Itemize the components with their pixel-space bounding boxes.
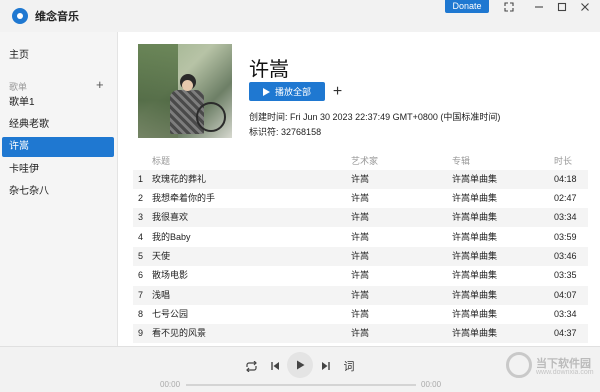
playlist-id: 标识符: 32768158 [249, 125, 321, 138]
watermark: 当下软件园 www.downxia.com [498, 350, 598, 390]
table-row[interactable]: 4 我的Baby 许嵩 许嵩单曲集 03:59 [133, 228, 588, 247]
watermark-logo-icon [506, 352, 532, 378]
previous-icon[interactable] [267, 358, 283, 374]
row-album: 许嵩单曲集 [452, 212, 498, 222]
row-title: 天使 [152, 251, 171, 261]
play-all-button[interactable]: 播放全部 [249, 82, 325, 101]
total-time: 00:00 [421, 380, 442, 389]
row-title: 看不见的风景 [152, 328, 207, 338]
sidebar-item-kawaii[interactable]: 卡哇伊 [2, 160, 114, 180]
row-artist: 许嵩 [351, 251, 370, 261]
row-title: 浅唱 [152, 290, 171, 300]
row-title: 七号公园 [152, 309, 189, 319]
title-bar: 维念音乐 Donate [0, 0, 600, 32]
table-row[interactable]: 2 我想牵着你的手 许嵩 许嵩单曲集 02:47 [133, 189, 588, 208]
row-artist: 许嵩 [351, 193, 370, 203]
lyrics-button[interactable]: 词 [341, 358, 357, 374]
created-time: 创建时间: Fri Jun 30 2023 22:37:49 GMT+0800 … [249, 110, 500, 123]
sidebar-item-playlist-1[interactable]: 歌单1 [2, 93, 114, 113]
row-artist: 许嵩 [351, 174, 370, 184]
add-to-button[interactable]: + [328, 82, 347, 101]
row-index: 4 [138, 232, 144, 242]
sidebar: 主页 歌单 + 歌单1 经典老歌 许嵩 卡哇伊 杂七杂八 [0, 32, 118, 346]
sidebar-item-classics[interactable]: 经典老歌 [2, 115, 114, 135]
row-index: 2 [138, 193, 144, 203]
minimize-icon[interactable] [530, 0, 548, 14]
row-duration: 02:47 [554, 193, 577, 203]
column-artist[interactable]: 艺术家 [351, 154, 378, 167]
row-album: 许嵩单曲集 [452, 290, 498, 300]
donate-button[interactable]: Donate [445, 0, 489, 13]
repeat-icon[interactable] [243, 358, 259, 374]
column-title[interactable]: 标题 [152, 154, 170, 167]
row-duration: 04:07 [554, 290, 577, 300]
watermark-url: www.downxia.com [536, 369, 594, 376]
row-artist: 许嵩 [351, 290, 370, 300]
table-row[interactable]: 7 浅唱 许嵩 许嵩单曲集 04:07 [133, 286, 588, 305]
row-title: 玫瑰花的葬礼 [152, 174, 207, 184]
play-icon[interactable] [287, 352, 313, 378]
id-value: 32768158 [281, 127, 322, 137]
table-row[interactable]: 9 看不见的风景 许嵩 许嵩单曲集 04:37 [133, 324, 588, 343]
playlist-title: 许嵩 [249, 59, 289, 81]
maximize-icon[interactable] [553, 0, 571, 14]
add-playlist-button[interactable]: + [96, 78, 104, 91]
sidebar-item-misc[interactable]: 杂七杂八 [2, 182, 114, 202]
play-all-label: 播放全部 [274, 87, 311, 97]
playlist-cover-image [138, 44, 232, 138]
row-index: 1 [138, 174, 144, 184]
row-index: 3 [138, 212, 144, 222]
row-artist: 许嵩 [351, 212, 370, 222]
fullscreen-icon[interactable] [500, 0, 518, 14]
table-row[interactable]: 6 散场电影 许嵩 许嵩单曲集 03:35 [133, 266, 588, 285]
row-album: 许嵩单曲集 [452, 270, 498, 280]
row-index: 6 [138, 270, 144, 280]
track-table-header: 标题 艺术家 专辑 时长 [133, 152, 588, 168]
row-duration: 04:37 [554, 328, 577, 338]
row-duration: 04:18 [554, 174, 577, 184]
row-artist: 许嵩 [351, 328, 370, 338]
progress-bar[interactable] [186, 384, 416, 386]
row-album: 许嵩单曲集 [452, 309, 498, 319]
close-icon[interactable] [576, 0, 594, 14]
id-label: 标识符: [249, 127, 279, 137]
column-duration[interactable]: 时长 [554, 154, 572, 167]
column-album[interactable]: 专辑 [452, 154, 470, 167]
sidebar-item-xusong[interactable]: 许嵩 [2, 137, 114, 157]
app-title: 维念音乐 [35, 11, 79, 23]
sidebar-item-home[interactable]: 主页 [2, 46, 114, 66]
table-row[interactable]: 5 天使 许嵩 许嵩单曲集 03:46 [133, 247, 588, 266]
created-label: 创建时间: [249, 112, 288, 122]
play-icon [262, 87, 270, 96]
row-artist: 许嵩 [351, 232, 370, 242]
row-duration: 03:46 [554, 251, 577, 261]
elapsed-time: 00:00 [160, 380, 181, 389]
row-artist: 许嵩 [351, 270, 370, 280]
row-artist: 许嵩 [351, 309, 370, 319]
row-album: 许嵩单曲集 [452, 193, 498, 203]
row-title: 我想牵着你的手 [152, 193, 216, 203]
row-duration: 03:34 [554, 212, 577, 222]
created-value: Fri Jun 30 2023 22:37:49 GMT+0800 (中国标准时… [290, 112, 501, 122]
row-duration: 03:59 [554, 232, 577, 242]
row-album: 许嵩单曲集 [452, 328, 498, 338]
table-row[interactable]: 1 玫瑰花的葬礼 许嵩 许嵩单曲集 04:18 [133, 170, 588, 189]
row-index: 7 [138, 290, 144, 300]
row-album: 许嵩单曲集 [452, 174, 498, 184]
row-title: 散场电影 [152, 270, 189, 280]
row-duration: 03:34 [554, 309, 577, 319]
row-title: 我很喜欢 [152, 212, 189, 222]
row-index: 5 [138, 251, 144, 261]
row-duration: 03:35 [554, 270, 577, 280]
playlist-section-label: 歌单 [9, 82, 28, 92]
row-title: 我的Baby [152, 232, 191, 242]
next-icon[interactable] [318, 358, 334, 374]
row-index: 8 [138, 309, 144, 319]
app-logo-icon [12, 8, 28, 24]
table-row[interactable]: 8 七号公园 许嵩 许嵩单曲集 03:34 [133, 305, 588, 324]
row-album: 许嵩单曲集 [452, 232, 498, 242]
row-album: 许嵩单曲集 [452, 251, 498, 261]
table-row[interactable]: 3 我很喜欢 许嵩 许嵩单曲集 03:34 [133, 208, 588, 227]
row-index: 9 [138, 328, 144, 338]
